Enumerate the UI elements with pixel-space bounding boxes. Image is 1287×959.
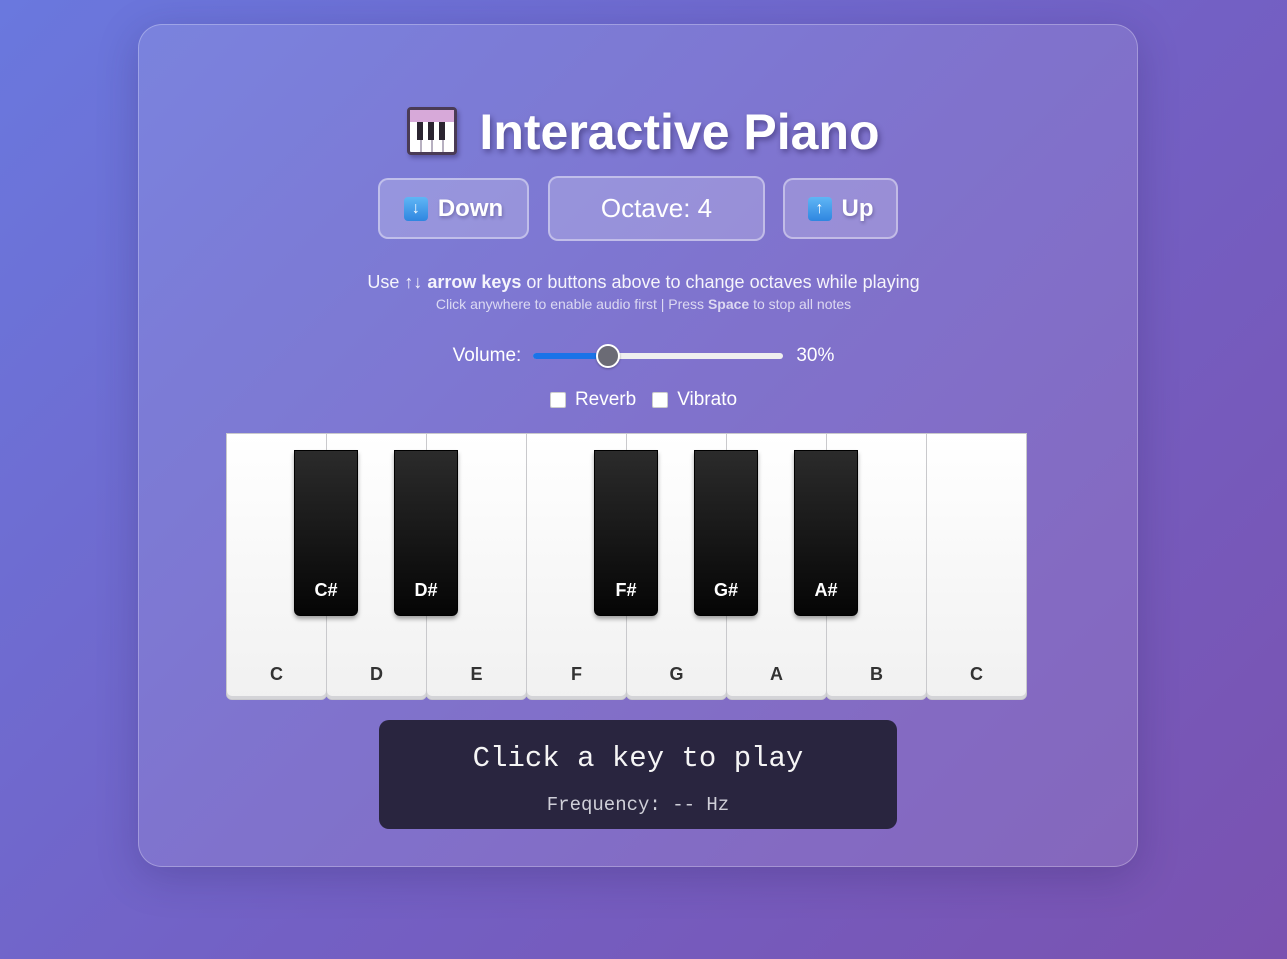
vibrato-toggle[interactable]: Vibrato (652, 389, 737, 411)
arrow-down-icon: ↓ (403, 196, 428, 221)
piano-keyboard-icon (407, 107, 458, 155)
frequency-display: Frequency: -- Hz (546, 794, 730, 816)
white-key-label: C (970, 664, 983, 684)
black-key-label: G# (713, 580, 738, 600)
white-key-label: A (770, 664, 783, 684)
reverb-label: Reverb (574, 389, 637, 410)
space-key-emphasis: Space (707, 296, 750, 312)
octave-down-label: Down (437, 194, 504, 222)
white-key-label: B (870, 664, 883, 684)
octave-down-button[interactable]: ↓ Down (378, 178, 529, 239)
page-title-text: Interactive Piano (479, 104, 880, 160)
white-key-label: G (669, 664, 684, 684)
reverb-toggle[interactable]: Reverb (549, 389, 637, 411)
black-key[interactable]: D# (394, 450, 458, 616)
white-key-label: C (270, 664, 283, 684)
piano-keyboard: C D E F G A B C C# D# F# G# A# (226, 433, 1030, 700)
reverb-checkbox[interactable] (549, 392, 566, 408)
black-key-label: C# (314, 580, 338, 600)
instructions-primary: Use ↑↓ arrow keys or buttons above to ch… (367, 272, 920, 292)
instructions-secondary: Click anywhere to enable audio first | P… (435, 296, 852, 312)
effects-row: Reverb Vibrato (0, 388, 1287, 412)
volume-slider[interactable] (533, 342, 784, 370)
white-key-label: F (571, 664, 582, 684)
black-key[interactable]: G# (694, 450, 758, 616)
note-display-text: Click a key to play (472, 742, 804, 775)
black-key-label: D# (414, 580, 438, 600)
white-key[interactable]: C (926, 433, 1027, 700)
black-key[interactable]: A# (794, 450, 858, 616)
arrow-keys-emphasis: arrow keys (427, 272, 522, 292)
volume-value: 30% (796, 345, 835, 366)
vibrato-checkbox[interactable] (652, 392, 669, 408)
volume-label: Volume: (452, 345, 522, 366)
black-key[interactable]: C# (294, 450, 358, 616)
black-key-label: A# (814, 580, 838, 600)
volume-control: Volume: 30% (0, 342, 1287, 370)
vibrato-label: Vibrato (677, 389, 738, 410)
black-key-label: F# (615, 580, 637, 600)
note-display: Click a key to play Frequency: -- Hz (379, 720, 897, 829)
white-key-label: E (470, 664, 483, 684)
octave-display: Octave: 4 (548, 176, 765, 241)
octave-up-label: Up (841, 194, 874, 222)
volume-slider-thumb[interactable] (596, 344, 621, 368)
black-key[interactable]: F# (594, 450, 658, 616)
page-title: Interactive Piano (0, 102, 1287, 162)
arrow-up-icon: ↑ (807, 196, 832, 221)
white-key-label: D (370, 664, 383, 684)
octave-up-button[interactable]: ↑ Up (783, 178, 898, 239)
